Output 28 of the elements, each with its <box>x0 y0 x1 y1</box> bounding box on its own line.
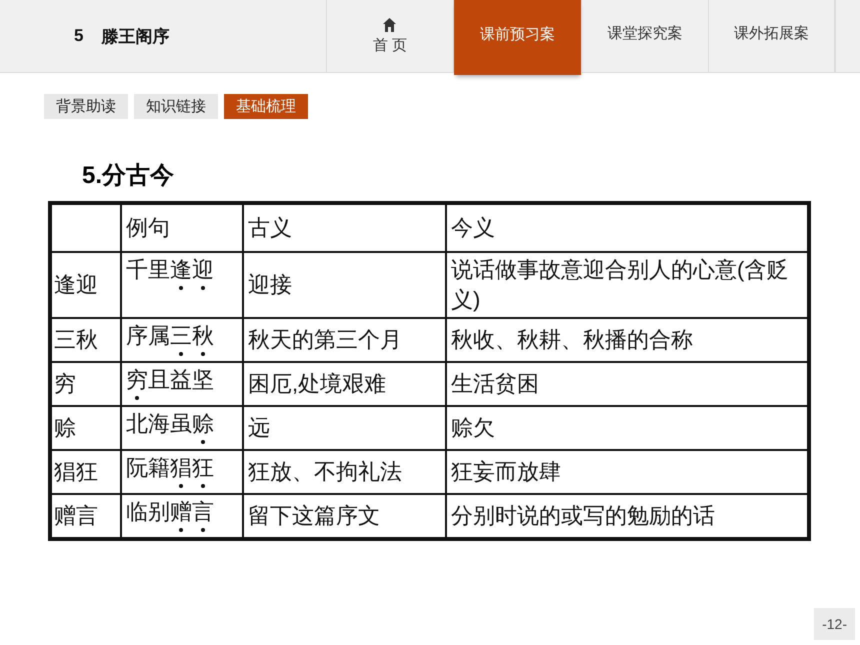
section-tab[interactable]: 基础梳理 <box>224 94 308 119</box>
column-header: 例句 <box>121 203 243 252</box>
table-cell: 迎接 <box>243 252 446 318</box>
table-cell: 北海虽赊 <box>121 406 243 450</box>
table-cell: 赊 <box>50 406 121 450</box>
table-cell: 穷且益坚 <box>121 362 243 406</box>
table-cell: 三秋 <box>50 318 121 362</box>
column-header: 古义 <box>243 203 446 252</box>
house-icon <box>383 18 396 32</box>
table-cell: 远 <box>243 406 446 450</box>
table-cell: 序属三秋 <box>121 318 243 362</box>
table-cell: 阮籍猖狂 <box>121 450 243 494</box>
section-tab[interactable]: 知识链接 <box>134 94 218 119</box>
table-cell: 穷 <box>50 362 121 406</box>
nav-tab[interactable]: 课前预习案 <box>454 0 582 75</box>
table-cell: 狂放、不拘礼法 <box>243 450 446 494</box>
table-cell: 千里逢迎 <box>121 252 243 318</box>
nav-tab[interactable]: 课外拓展案 <box>708 0 836 72</box>
table-cell: 猖狂 <box>50 450 121 494</box>
table-cell: 困厄,处境艰难 <box>243 362 446 406</box>
lesson-title: 滕王阁序 <box>101 26 170 48</box>
section-title: 5.分古今 <box>82 161 176 191</box>
table-cell: 秋天的第三个月 <box>243 318 446 362</box>
section-tab[interactable]: 背景助读 <box>44 94 128 119</box>
page-number: -12- <box>814 608 855 640</box>
nav-tab[interactable]: 课堂探究案 <box>582 0 709 72</box>
table-cell: 逢迎 <box>50 252 121 318</box>
lesson-number: 5 <box>74 26 84 46</box>
